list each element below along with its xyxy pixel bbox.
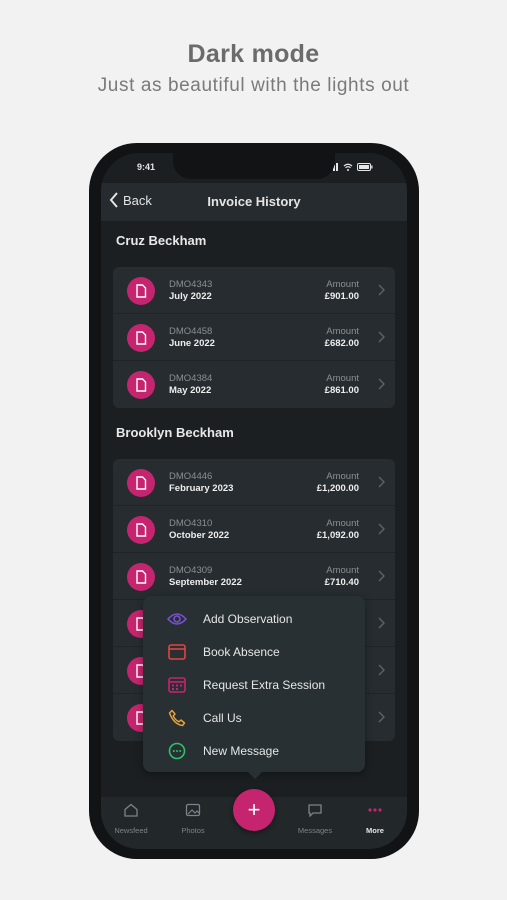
invoice-row[interactable]: DMO4384 May 2022 Amount £861.00 [113, 361, 395, 408]
amount-label: Amount [326, 373, 359, 384]
document-icon [127, 371, 155, 399]
message-icon [308, 804, 322, 818]
photo-icon [185, 803, 201, 817]
wifi-icon [343, 163, 353, 171]
invoice-period: July 2022 [169, 291, 212, 302]
tab-label: Photos [181, 826, 205, 835]
phone-frame: 9:41 Back Invoice History Cruz Beckham D… [89, 143, 419, 859]
tab-more[interactable]: More [345, 803, 405, 835]
amount-label: Amount [326, 279, 359, 290]
menu-item-add-observation[interactable]: Add Observation [143, 602, 365, 635]
section-name: Cruz Beckham [116, 233, 207, 248]
invoice-row[interactable]: DMO4458 June 2022 Amount £682.00 [113, 314, 395, 361]
document-icon [127, 469, 155, 497]
invoice-id: DMO4384 [169, 373, 213, 384]
invoice-row[interactable]: DMO4309 September 2022 Amount £710.40 [113, 553, 395, 600]
quick-action-menu: Add Observation Book Absence Request Ext… [143, 596, 365, 779]
eye-icon [167, 609, 187, 629]
menu-item-label: Call Us [203, 710, 242, 725]
amount-value: £1,200.00 [316, 483, 359, 494]
document-icon [127, 277, 155, 305]
invoice-period: September 2022 [169, 577, 242, 588]
invoice-period: October 2022 [169, 530, 230, 541]
menu-item-new-message[interactable]: New Message [143, 734, 365, 767]
menu-item-label: Add Observation [203, 611, 293, 626]
chevron-right-icon [378, 378, 385, 390]
amount-value: £710.40 [324, 577, 359, 588]
tab-photos[interactable]: Photos [163, 803, 223, 835]
chevron-right-icon [378, 664, 385, 676]
menu-item-call-us[interactable]: Call Us [143, 701, 365, 734]
tab-label: Messages [297, 826, 333, 835]
amount-value: £682.00 [324, 338, 359, 349]
chevron-right-icon [378, 476, 385, 488]
invoice-card: DMO4343 July 2022 Amount £901.00 DMO4458… [113, 267, 395, 408]
chevron-right-icon [378, 570, 385, 582]
amount-label: Amount [326, 518, 359, 529]
menu-item-label: Request Extra Session [203, 677, 326, 692]
invoice-id: DMO4343 [169, 279, 213, 290]
more-dots-icon [368, 808, 382, 812]
invoice-period: February 2023 [169, 483, 234, 494]
add-action-button[interactable]: + [233, 789, 275, 831]
tab-label: More [366, 826, 384, 835]
nav-bar: Back Invoice History [101, 183, 407, 221]
menu-item-request-extra-session[interactable]: Request Extra Session [143, 668, 365, 701]
promo-title: Dark mode [187, 40, 320, 68]
menu-item-label: Book Absence [203, 644, 280, 659]
invoice-id: DMO4458 [169, 326, 213, 337]
invoice-period: May 2022 [169, 385, 212, 396]
chevron-right-icon [378, 617, 385, 629]
chevron-right-icon [378, 331, 385, 343]
amount-value: £901.00 [324, 291, 359, 302]
chat-bubble-icon [167, 741, 187, 761]
chevron-right-icon [378, 284, 385, 296]
chevron-right-icon [378, 523, 385, 535]
invoice-row[interactable]: DMO4446 February 2023 Amount £1,200.00 [113, 459, 395, 506]
amount-label: Amount [326, 471, 359, 482]
menu-item-book-absence[interactable]: Book Absence [143, 635, 365, 668]
invoice-period: June 2022 [169, 338, 215, 349]
menu-item-label: New Message [203, 743, 280, 758]
promo-subtitle: Just as beautiful with the lights out [97, 75, 410, 96]
status-time: 9:41 [137, 162, 156, 172]
document-icon [127, 516, 155, 544]
battery-icon [357, 163, 373, 171]
invoice-id: DMO4310 [169, 518, 213, 529]
document-icon [127, 563, 155, 591]
amount-label: Amount [326, 326, 359, 337]
tab-label: Newsfeed [114, 826, 148, 835]
invoice-id: DMO4446 [169, 471, 213, 482]
invoice-row[interactable]: DMO4343 July 2022 Amount £901.00 [113, 267, 395, 314]
amount-value: £1,092.00 [316, 530, 359, 541]
amount-label: Amount [326, 565, 359, 576]
document-icon [127, 324, 155, 352]
tab-messages[interactable]: Messages [285, 803, 345, 835]
section-name: Brooklyn Beckham [116, 425, 234, 440]
tab-newsfeed[interactable]: Newsfeed [101, 803, 161, 835]
amount-value: £861.00 [324, 385, 359, 396]
calendar-grid-icon [167, 675, 187, 695]
invoice-id: DMO4309 [169, 565, 213, 576]
phone-icon [167, 708, 187, 728]
phone-notch [173, 153, 335, 179]
chevron-right-icon [378, 711, 385, 723]
home-icon [124, 803, 138, 817]
page-title: Invoice History [207, 194, 301, 209]
app-screen: 9:41 Back Invoice History Cruz Beckham D… [101, 153, 407, 849]
invoice-row[interactable]: DMO4310 October 2022 Amount £1,092.00 [113, 506, 395, 553]
calendar-icon [167, 642, 187, 662]
plus-icon: + [247, 797, 261, 822]
